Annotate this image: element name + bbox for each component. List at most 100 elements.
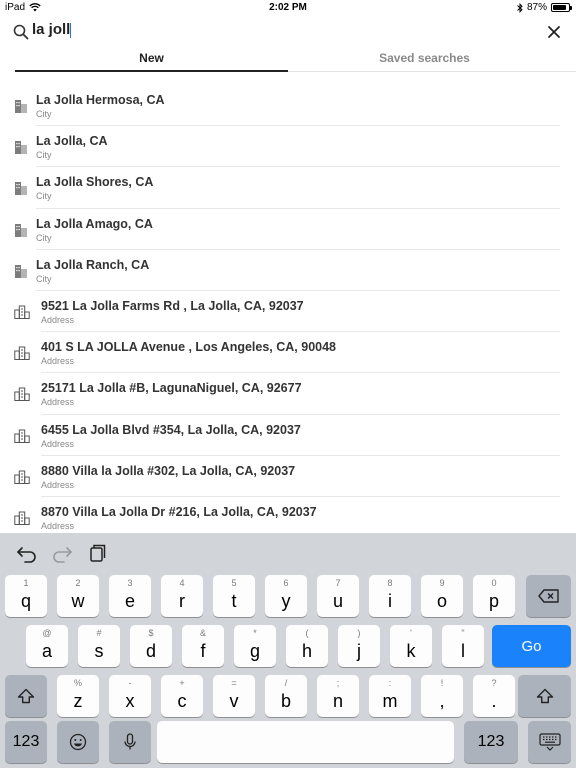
close-icon[interactable] bbox=[546, 24, 562, 40]
key-label: i bbox=[388, 591, 392, 611]
search-bar: la joll bbox=[0, 18, 576, 48]
key-label: m bbox=[382, 691, 398, 711]
result-item[interactable]: 401 S LA JOLLA Avenue , Los Angeles, CA,… bbox=[0, 332, 576, 374]
key-e[interactable]: 3e bbox=[109, 575, 151, 617]
result-item[interactable]: 8880 Villa la Jolla #302, La Jolla, CA, … bbox=[0, 456, 576, 497]
result-title: La Jolla, CA bbox=[36, 134, 108, 149]
key-f[interactable]: & f bbox=[182, 625, 224, 667]
key-label: s bbox=[94, 641, 104, 661]
city-icon bbox=[14, 140, 28, 155]
key-s[interactable]: # s bbox=[78, 625, 120, 667]
address-icon bbox=[14, 387, 30, 402]
key-u[interactable]: 7u bbox=[317, 575, 359, 617]
key-r[interactable]: 4r bbox=[161, 575, 203, 617]
key-b[interactable]: / b bbox=[265, 675, 307, 717]
result-title: La Jolla Amago, CA bbox=[36, 216, 153, 231]
key-label: e bbox=[124, 591, 135, 611]
result-title: 401 S LA JOLLA Avenue , Los Angeles, CA,… bbox=[41, 340, 337, 355]
result-title: La Jolla Hermosa, CA bbox=[36, 93, 165, 107]
key-g[interactable]: * g bbox=[234, 625, 276, 667]
search-input[interactable]: la joll bbox=[32, 21, 512, 45]
result-item[interactable]: 25171 La Jolla #B, LagunaNiguel, CA, 926… bbox=[0, 373, 576, 415]
redo-icon[interactable] bbox=[51, 543, 73, 563]
result-type: City bbox=[36, 150, 52, 161]
key-hint: 6 bbox=[283, 578, 289, 588]
key-n[interactable]: ; n bbox=[317, 675, 359, 717]
tab-saved-searches[interactable]: Saved searches bbox=[288, 51, 561, 71]
key-d[interactable]: $ d bbox=[130, 625, 172, 667]
result-item[interactable]: La Jolla Shores, CA City bbox=[0, 167, 576, 209]
key-z[interactable]: % z bbox=[57, 675, 99, 717]
go-button[interactable]: Go bbox=[492, 625, 571, 667]
key-v[interactable]: = v bbox=[213, 675, 255, 717]
key-y[interactable]: 6y bbox=[265, 575, 307, 617]
key-k[interactable]: ' k bbox=[390, 625, 432, 667]
numbers-key-left[interactable]: 123 bbox=[5, 721, 47, 763]
result-item[interactable]: 8870 Villa La Jolla Dr #216, La Jolla, C… bbox=[0, 497, 576, 533]
result-title: 25171 La Jolla #B, LagunaNiguel, CA, 926… bbox=[41, 381, 302, 396]
key-l[interactable]: " l bbox=[442, 625, 484, 667]
key-hint: 3 bbox=[127, 578, 133, 588]
result-item[interactable]: La Jolla Ranch, CA City bbox=[0, 250, 576, 291]
result-type: City bbox=[36, 109, 52, 119]
key-hint: @ bbox=[42, 628, 52, 638]
key-h[interactable]: (h bbox=[286, 625, 328, 667]
key-label: u bbox=[332, 591, 343, 611]
undo-icon[interactable] bbox=[16, 543, 38, 563]
tab-new[interactable]: New bbox=[15, 51, 288, 72]
key-period[interactable]: ?. bbox=[473, 675, 515, 717]
key-hint: % bbox=[73, 678, 82, 688]
result-item[interactable]: 9521 La Jolla Farms Rd , La Jolla, CA, 9… bbox=[0, 291, 576, 333]
key-o[interactable]: 9o bbox=[421, 575, 463, 617]
key-j[interactable]: ) j bbox=[338, 625, 380, 667]
key-hint: 8 bbox=[387, 578, 393, 588]
key-w[interactable]: 2w bbox=[57, 575, 99, 617]
search-results-list: La Jolla Hermosa, CA City La Jolla, CA City… bbox=[0, 85, 576, 533]
key-m[interactable]: :m bbox=[369, 675, 411, 717]
key-q[interactable]: 1q bbox=[5, 575, 47, 617]
backspace-key[interactable] bbox=[526, 575, 571, 617]
key-comma[interactable]: !, bbox=[421, 675, 463, 717]
emoji-key[interactable] bbox=[57, 721, 99, 763]
keyboard-shortcut-bar bbox=[0, 533, 576, 573]
shift-key-left[interactable] bbox=[5, 675, 47, 717]
dictation-key[interactable] bbox=[109, 721, 151, 763]
key-hint: * bbox=[253, 628, 257, 638]
result-item[interactable]: La Jolla Hermosa, CA City bbox=[0, 85, 576, 127]
key-label: g bbox=[249, 641, 260, 661]
key-label: d bbox=[145, 641, 156, 661]
key-hint: 7 bbox=[335, 578, 341, 588]
key-c[interactable]: + c bbox=[161, 675, 203, 717]
key-p[interactable]: 0p bbox=[473, 575, 515, 617]
search-input-value: la joll bbox=[32, 21, 71, 38]
result-item[interactable]: La Jolla, CA City bbox=[0, 126, 576, 168]
city-icon bbox=[14, 99, 28, 113]
space-bar[interactable] bbox=[157, 721, 454, 763]
key-a[interactable]: @ a bbox=[26, 625, 68, 667]
bluetooth-icon bbox=[517, 2, 523, 13]
shift-icon bbox=[536, 688, 553, 704]
paste-icon[interactable] bbox=[86, 543, 108, 563]
key-hint: ' bbox=[410, 628, 412, 638]
key-hint: 9 bbox=[439, 578, 445, 588]
key-i[interactable]: 8i bbox=[369, 575, 411, 617]
key-hint: 0 bbox=[491, 578, 497, 588]
hide-keyboard-key[interactable] bbox=[528, 721, 571, 763]
shift-key-right[interactable] bbox=[518, 675, 571, 717]
key-label: c bbox=[177, 691, 187, 711]
numbers-key-right[interactable]: 123 bbox=[464, 721, 518, 763]
key-label: t bbox=[231, 591, 237, 611]
result-type: Address bbox=[41, 397, 75, 408]
key-hint: ! bbox=[440, 678, 444, 688]
result-title: 9521 La Jolla Farms Rd , La Jolla, CA, 9… bbox=[41, 298, 304, 313]
result-type: Address bbox=[41, 356, 75, 367]
result-title: La Jolla Ranch, CA bbox=[36, 257, 150, 272]
on-screen-keyboard: 1 q 2 w 3 e 4 r 5 t 6 y 7 u 8 i 9 o 0 p @ a # s $ d & f * g(h) j ' k " l Go… bbox=[0, 533, 576, 768]
result-item[interactable]: 6455 La Jolla Blvd #354, La Jolla, CA, 9… bbox=[0, 415, 576, 456]
key-x[interactable]: -x bbox=[109, 675, 151, 717]
microphone-icon bbox=[124, 733, 136, 750]
result-item[interactable]: La Jolla Amago, CA City bbox=[0, 209, 576, 250]
numbers-label: 123 bbox=[477, 733, 505, 750]
key-t[interactable]: 5t bbox=[213, 575, 255, 617]
result-type: City bbox=[36, 191, 52, 202]
